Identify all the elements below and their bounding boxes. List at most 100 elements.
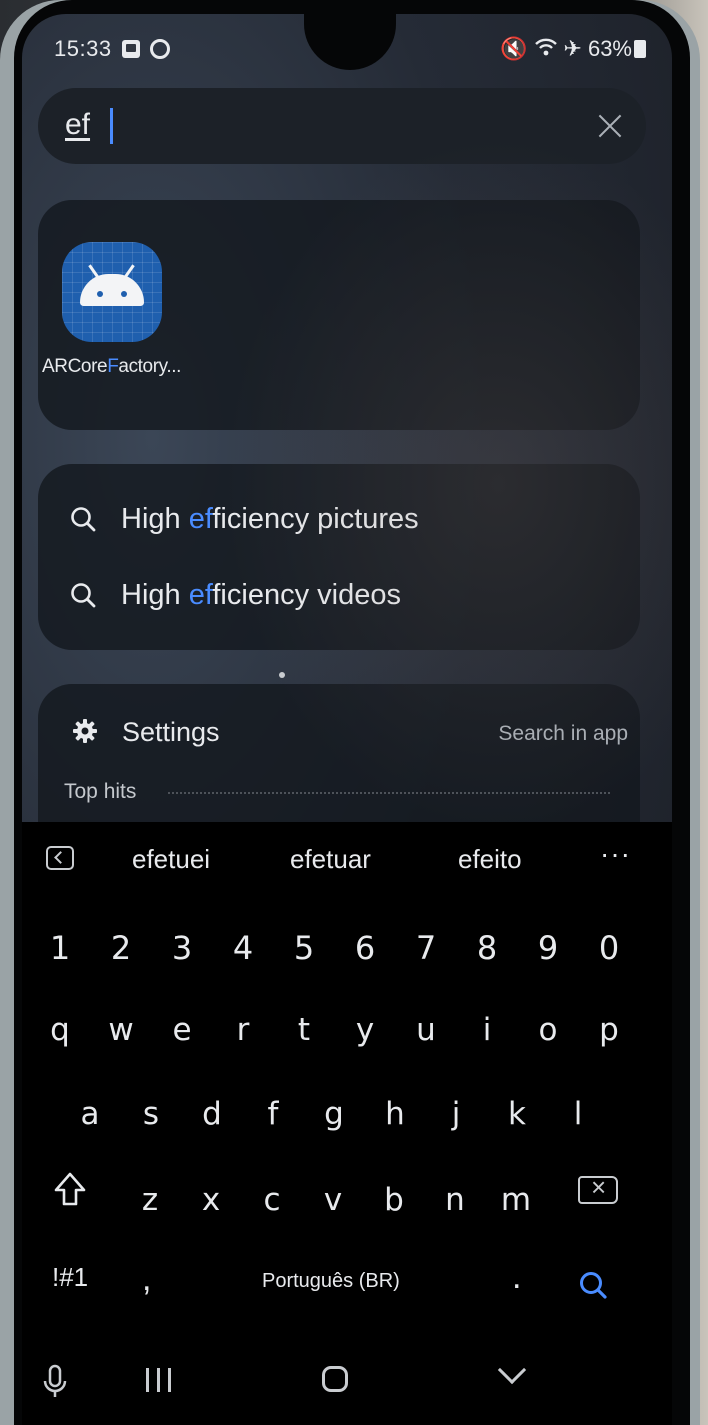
key-u[interactable]: u [400,1000,452,1060]
backspace-key[interactable] [578,1172,618,1204]
suggestion-text: High efficiency pictures [121,503,419,536]
key-2[interactable]: 2 [95,918,147,978]
key-3[interactable]: 3 [156,918,208,978]
android-app-icon[interactable] [62,242,162,342]
settings-title: Settings [122,717,220,747]
key-n[interactable]: n [429,1170,481,1230]
suggestion-item[interactable]: High efficiency videos [66,574,626,624]
period-key[interactable]: . [512,1258,521,1297]
key-h[interactable]: h [369,1084,421,1144]
key-8[interactable]: 8 [461,918,513,978]
android-robot-icon [80,264,144,306]
app-label-prefix: ARCore [42,356,108,377]
suggestion-prefix: High [121,579,189,611]
space-key[interactable]: Português (BR) [262,1270,400,1293]
key-4[interactable]: 4 [217,918,269,978]
key-9[interactable]: 9 [522,918,574,978]
eye-right [121,291,127,297]
recent-bar [157,1368,160,1392]
apps-results-card: ARCoreFactory... [38,200,640,430]
key-o[interactable]: o [522,1000,574,1060]
suggestion-suffix: ficiency pictures [212,503,419,535]
search-icon [71,583,96,608]
key-k[interactable]: k [491,1084,543,1144]
recent-bar [146,1368,149,1392]
suggestion-match: ef [188,579,213,611]
key-m[interactable]: m [490,1170,542,1230]
key-b[interactable]: b [368,1170,420,1230]
key-l[interactable]: l [552,1084,604,1144]
mute-icon: 🔇 [500,36,528,61]
prediction-item[interactable]: efetuei [132,844,210,875]
key-f[interactable]: f [247,1084,299,1144]
suggestion-match: ef [188,503,213,535]
toolbar-collapse-icon[interactable] [46,846,74,870]
prediction-item[interactable]: efetuar [290,844,371,875]
key-7[interactable]: 7 [400,918,452,978]
status-right: 🔇 ✈ 63% [500,36,646,62]
recent-apps-icon[interactable] [146,1368,174,1392]
suggestion-prefix: High [121,503,189,535]
gallery-notification-icon [122,40,140,58]
search-in-app-link[interactable]: Search in app [498,722,628,746]
airplane-mode-icon: ✈ [563,36,582,61]
key-i[interactable]: i [461,1000,513,1060]
key-5[interactable]: 5 [278,918,330,978]
key-j[interactable]: j [430,1084,482,1144]
recent-bar [168,1368,171,1392]
key-6[interactable]: 6 [339,918,391,978]
suggestion-text: High efficiency videos [121,579,401,612]
search-input[interactable]: ef [65,108,90,142]
search-bar[interactable]: ef [38,88,646,164]
close-icon[interactable] [594,110,626,142]
app-label-suffix: actory... [118,356,181,377]
comma-key[interactable]: , [142,1260,151,1299]
key-x[interactable]: x [185,1170,237,1230]
key-w[interactable]: w [95,1000,147,1060]
battery-percent: 63% [587,36,632,61]
home-icon[interactable] [322,1366,348,1392]
text-cursor [110,108,113,144]
app-label[interactable]: ARCoreFactory... [42,356,181,378]
status-time: 15:33 [54,36,112,61]
key-d[interactable]: d [186,1084,238,1144]
page-indicator-dot [279,672,285,678]
key-r[interactable]: r [217,1000,269,1060]
wifi-icon [534,36,558,62]
key-0[interactable]: 0 [583,918,635,978]
search-icon [71,507,96,532]
more-options-icon[interactable]: ··· [600,838,631,870]
keyboard: efetuei efetuar efeito ··· 1234567890qwe… [22,822,672,1425]
top-hits-heading: Top hits [64,780,137,803]
prediction-item[interactable]: efeito [458,844,522,875]
back-icon[interactable] [497,1355,527,1385]
key-z[interactable]: z [124,1170,176,1230]
key-c[interactable]: c [246,1170,298,1230]
antenna-left [88,264,99,278]
settings-header: Settings Search in app [68,714,628,754]
suggestions-card: High efficiency pictures High efficiency… [38,464,640,650]
key-v[interactable]: v [307,1170,359,1230]
key-t[interactable]: t [278,1000,330,1060]
shift-key[interactable] [52,1170,88,1210]
keyboard-search-key[interactable] [578,1270,608,1300]
key-y[interactable]: y [339,1000,391,1060]
navigation-bar [22,1342,672,1422]
key-1[interactable]: 1 [34,918,86,978]
suggestion-item[interactable]: High efficiency pictures [66,498,626,548]
key-g[interactable]: g [308,1084,360,1144]
key-s[interactable]: s [125,1084,177,1144]
key-p[interactable]: p [583,1000,635,1060]
symbols-key[interactable]: !#1 [52,1262,88,1293]
sync-notification-icon [150,39,170,59]
key-q[interactable]: q [34,1000,86,1060]
eye-left [97,291,103,297]
gear-icon [73,719,97,743]
divider [168,792,610,794]
microphone-icon[interactable] [42,1364,68,1400]
phone-screen: 15:33 🔇 ✈ 63% ef ARCoreFactory... High e… [22,14,672,1425]
key-e[interactable]: e [156,1000,208,1060]
battery-icon [634,40,646,58]
key-a[interactable]: a [64,1084,116,1144]
keyboard-toolbar: efetuei efetuar efeito ··· [22,822,672,902]
